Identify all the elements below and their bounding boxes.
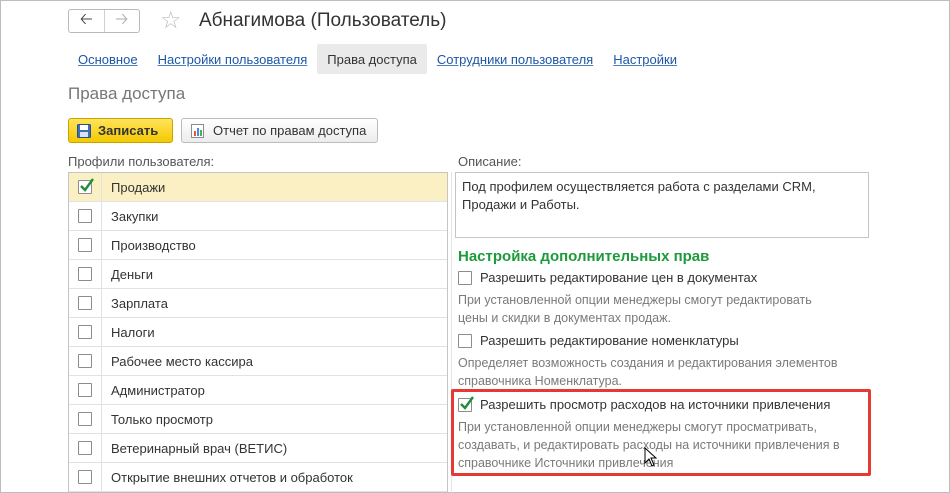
option-checkbox[interactable] xyxy=(458,333,472,348)
profile-name: Зарплата xyxy=(111,295,168,311)
option-label: Разрешить просмотр расходов на источники… xyxy=(480,397,831,412)
tab-settings[interactable]: Настройки xyxy=(603,44,687,74)
description-label: Описание: xyxy=(458,154,522,169)
checkbox-cell xyxy=(69,289,102,317)
option-edit-nomenclature[interactable]: Разрешить редактирование номенклатуры xyxy=(458,333,739,348)
tab-main[interactable]: Основное xyxy=(68,44,148,74)
extra-rights-heading: Настройка дополнительных прав xyxy=(458,248,710,265)
checkbox-cell xyxy=(69,173,102,201)
option-hint: При установленной опции менеджеры смогут… xyxy=(458,291,812,327)
list-item[interactable]: Администратор xyxy=(69,376,447,405)
list-item[interactable]: Зарплата xyxy=(69,289,447,318)
tab-access-rights[interactable]: Права доступа xyxy=(317,44,427,74)
save-button[interactable]: Записать xyxy=(68,118,173,143)
checkbox-cell xyxy=(69,231,102,259)
access-report-button-label: Отчет по правам доступа xyxy=(213,123,367,138)
profile-name: Администратор xyxy=(111,382,205,398)
checkbox-cell xyxy=(69,202,102,230)
option-hint: Определяет возможность создания и редакт… xyxy=(458,354,838,390)
hint-line: Определяет возможность создания и редакт… xyxy=(458,356,838,370)
checkbox-cell xyxy=(69,463,102,491)
save-button-label: Записать xyxy=(98,123,159,138)
option-label: Разрешить редактирование номенклатуры xyxy=(480,333,739,348)
checkbox-cell xyxy=(69,376,102,404)
profile-checkbox[interactable] xyxy=(78,296,92,310)
hint-line: цены и скидки в документах продаж. xyxy=(458,311,671,325)
arrow-right-icon: 🡢 xyxy=(115,10,129,28)
list-item[interactable]: Закупки xyxy=(69,202,447,231)
hint-line: справочника Номенклатура. xyxy=(458,374,623,388)
profile-checkbox[interactable] xyxy=(78,354,92,368)
profile-checkbox[interactable] xyxy=(78,238,92,252)
section-title: Права доступа xyxy=(68,84,186,103)
list-item[interactable]: Только просмотр xyxy=(69,405,447,434)
profile-name: Только просмотр xyxy=(111,411,213,427)
profiles-label: Профили пользователя: xyxy=(68,154,215,169)
option-checkbox[interactable] xyxy=(458,395,474,412)
tab-user-employees[interactable]: Сотрудники пользователя xyxy=(427,44,603,74)
list-item[interactable]: Ветеринарный врач (ВЕТИС) xyxy=(69,434,447,463)
profile-name: Ветеринарный врач (ВЕТИС) xyxy=(111,440,288,456)
checkbox-cell xyxy=(69,434,102,462)
profile-checkbox[interactable] xyxy=(78,412,92,426)
star-icon[interactable]: ☆ xyxy=(160,6,182,36)
profile-checkbox[interactable] xyxy=(78,325,92,339)
page-title: Абнагимова (Пользователь) xyxy=(199,10,447,31)
profile-checkbox[interactable] xyxy=(78,470,92,484)
report-icon xyxy=(191,123,204,138)
checkbox-cell xyxy=(69,405,102,433)
option-view-acquisition-costs[interactable]: Разрешить просмотр расходов на источники… xyxy=(458,395,831,412)
checkbox-cell xyxy=(69,347,102,375)
profile-checkbox[interactable] xyxy=(78,178,94,194)
profile-name: Деньги xyxy=(111,266,153,282)
mouse-cursor-icon xyxy=(644,446,658,470)
list-item[interactable]: Производство xyxy=(69,231,447,260)
tab-bar: Основное Настройки пользователя Права до… xyxy=(68,44,687,74)
profile-name: Производство xyxy=(111,237,196,253)
checkbox-cell xyxy=(69,318,102,346)
profile-name: Продажи xyxy=(111,179,166,195)
back-button[interactable]: 🡠 xyxy=(69,10,104,32)
access-report-button[interactable]: Отчет по правам доступа xyxy=(181,118,378,143)
profile-checkbox[interactable] xyxy=(78,441,92,455)
profile-checkbox[interactable] xyxy=(78,383,92,397)
floppy-disk-icon xyxy=(77,123,91,138)
hint-line: При установленной опции менеджеры смогут… xyxy=(458,293,812,307)
profile-checkbox[interactable] xyxy=(78,267,92,281)
profile-name: Открытие внешних отчетов и обработок xyxy=(111,469,353,485)
profile-checkbox[interactable] xyxy=(78,209,92,223)
navigation-buttons: 🡠 🡢 xyxy=(68,9,140,33)
arrow-left-icon: 🡠 xyxy=(79,10,93,28)
list-item[interactable]: Рабочее место кассира xyxy=(69,347,447,376)
checkmark-icon xyxy=(80,178,94,192)
list-item[interactable]: Налоги xyxy=(69,318,447,347)
list-item[interactable]: Продажи xyxy=(69,173,447,202)
description-field[interactable]: Под профилем осуществляется работа с раз… xyxy=(455,172,869,238)
profile-name: Налоги xyxy=(111,324,155,340)
checkmark-icon xyxy=(460,395,474,410)
profile-name: Рабочее место кассира xyxy=(111,353,253,369)
profiles-list: Продажи Закупки Производство Деньги Зарп… xyxy=(68,172,448,493)
list-item[interactable]: Открытие внешних отчетов и обработок xyxy=(69,463,447,492)
profile-name: Закупки xyxy=(111,208,159,224)
hint-line: При установленной опции менеджеры смогут… xyxy=(458,420,817,434)
list-item[interactable]: Деньги xyxy=(69,260,447,289)
forward-button[interactable]: 🡢 xyxy=(103,10,140,32)
option-label: Разрешить редактирование цен в документа… xyxy=(480,270,758,285)
option-edit-prices[interactable]: Разрешить редактирование цен в документа… xyxy=(458,270,757,285)
tab-user-settings[interactable]: Настройки пользователя xyxy=(148,44,318,74)
option-checkbox[interactable] xyxy=(458,270,472,285)
checkbox-cell xyxy=(69,260,102,288)
